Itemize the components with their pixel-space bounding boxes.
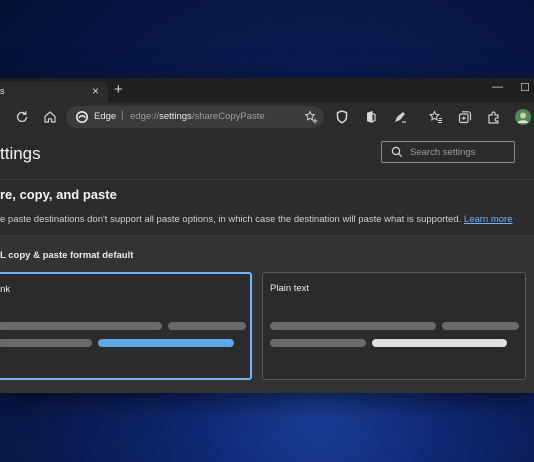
format-panel: L copy & paste format default ink Plain …	[0, 235, 534, 393]
preview-plain-bar	[372, 339, 507, 347]
preview-bar	[270, 339, 366, 347]
settings-header: ttings	[0, 132, 534, 180]
section-description: e paste destinations don't support all p…	[0, 214, 513, 225]
preview-bar	[0, 322, 162, 330]
description-text: e paste destinations don't support all p…	[0, 214, 462, 225]
tab-settings[interactable]: s ×	[0, 82, 108, 102]
new-tab-button[interactable]: +	[114, 82, 123, 97]
edge-logo-icon	[76, 111, 88, 123]
add-favorite-icon[interactable]	[304, 110, 318, 124]
search-box[interactable]	[381, 141, 515, 163]
minimize-button[interactable]: —	[492, 81, 503, 93]
collections-icon[interactable]	[457, 109, 473, 125]
refresh-icon[interactable]	[14, 109, 30, 125]
pen-extension-icon[interactable]	[392, 109, 408, 125]
browser-window: s × + — ☐ Edge | edge://settings/shareCo…	[0, 78, 534, 393]
preview-link-bar	[98, 339, 234, 347]
avatar[interactable]	[515, 109, 531, 125]
tab-close-button[interactable]: ×	[92, 84, 99, 98]
office-icon[interactable]	[363, 109, 379, 125]
address-separator: |	[121, 110, 124, 121]
section-title: re, copy, and paste	[0, 187, 117, 202]
option-plain-text-label: Plain text	[270, 283, 310, 294]
url-text[interactable]: edge://settings/shareCopyPaste	[130, 111, 265, 122]
browser-toolbar: Edge | edge://settings/shareCopyPaste	[0, 102, 534, 132]
format-default-label: L copy & paste format default	[0, 250, 134, 261]
extensions-icon[interactable]	[486, 109, 502, 125]
preview-bar	[168, 322, 246, 330]
preview-bar	[0, 339, 92, 347]
url-host: settings	[159, 111, 192, 122]
favorites-icon[interactable]	[428, 109, 444, 125]
search-icon	[391, 146, 403, 158]
title-bar: s × + — ☐	[0, 78, 534, 102]
option-link-card[interactable]: ink	[0, 272, 252, 380]
url-prefix: edge://	[130, 111, 160, 122]
shield-icon[interactable]	[334, 109, 350, 125]
preview-bar	[270, 322, 436, 330]
home-icon[interactable]	[42, 109, 58, 125]
learn-more-link[interactable]: Learn more	[464, 214, 513, 225]
address-bar[interactable]: Edge | edge://settings/shareCopyPaste	[66, 106, 324, 128]
page-title: ttings	[0, 144, 41, 163]
maximize-button[interactable]: ☐	[520, 81, 530, 94]
edge-label: Edge	[94, 111, 117, 122]
settings-page: ttings re, copy, and paste e paste desti…	[0, 132, 534, 393]
option-plain-text-card[interactable]: Plain text	[262, 272, 526, 380]
option-link-label: ink	[0, 284, 11, 295]
search-input[interactable]	[410, 145, 510, 159]
tab-title: s	[0, 86, 5, 96]
preview-bar	[442, 322, 519, 330]
url-path: /shareCopyPaste	[191, 111, 265, 122]
